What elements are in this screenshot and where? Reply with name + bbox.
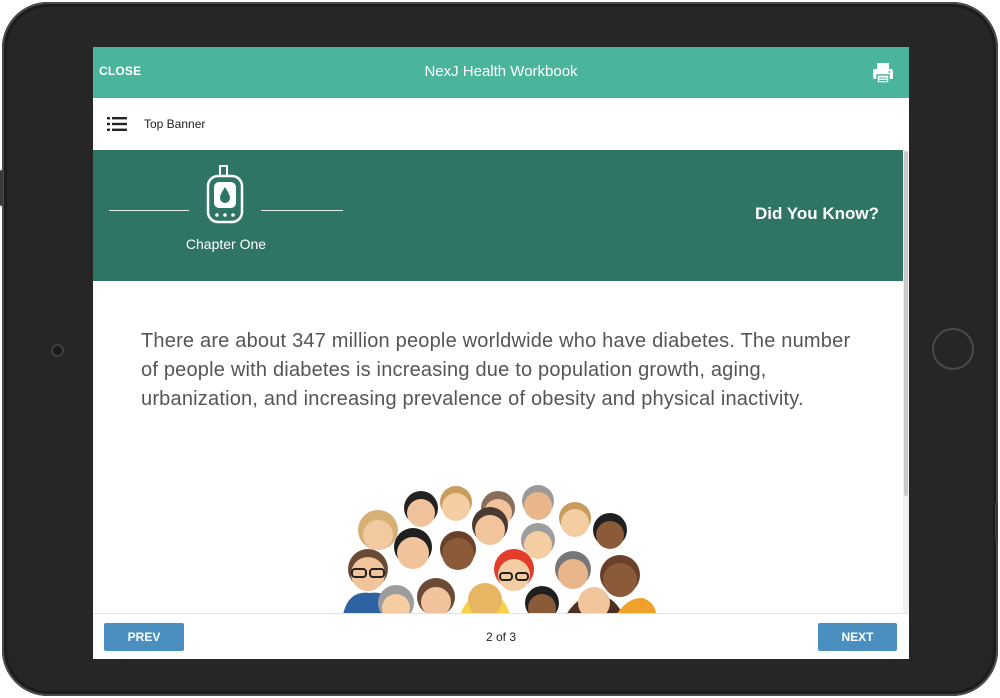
section-heading: Did You Know?	[754, 204, 879, 223]
hamburger-menu-icon[interactable]	[107, 115, 127, 133]
tablet-frame: CLOSE NexJ Health Workbook Top Banner Ch…	[0, 2, 998, 696]
crowd-illustration	[338, 485, 658, 613]
home-button[interactable]	[932, 328, 974, 370]
footer-bar: PREV 2 of 3 NEXT	[93, 613, 909, 659]
printer-icon[interactable]	[871, 61, 895, 85]
app-header: CLOSE NexJ Health Workbook	[93, 47, 909, 98]
next-button[interactable]: NEXT	[818, 623, 897, 651]
nav-bar: Top Banner	[93, 98, 909, 150]
divider-left	[109, 210, 189, 211]
content-area: Chapter One Did You Know? There are abou…	[93, 150, 903, 613]
app-screen: CLOSE NexJ Health Workbook Top Banner Ch…	[93, 47, 909, 659]
glucometer-icon	[206, 165, 244, 224]
scrollbar-thumb[interactable]	[904, 151, 908, 496]
chapter-label: Chapter One	[185, 236, 267, 252]
divider-right	[261, 210, 343, 211]
page-indicator: 2 of 3	[485, 630, 517, 644]
app-title: NexJ Health Workbook	[424, 63, 578, 80]
nav-title: Top Banner	[144, 117, 206, 131]
chapter-banner: Chapter One Did You Know?	[93, 150, 903, 281]
front-camera	[51, 344, 64, 357]
side-button-top	[0, 170, 3, 206]
side-button-bottom	[995, 502, 998, 542]
fact-text: There are about 347 million people world…	[141, 330, 851, 410]
